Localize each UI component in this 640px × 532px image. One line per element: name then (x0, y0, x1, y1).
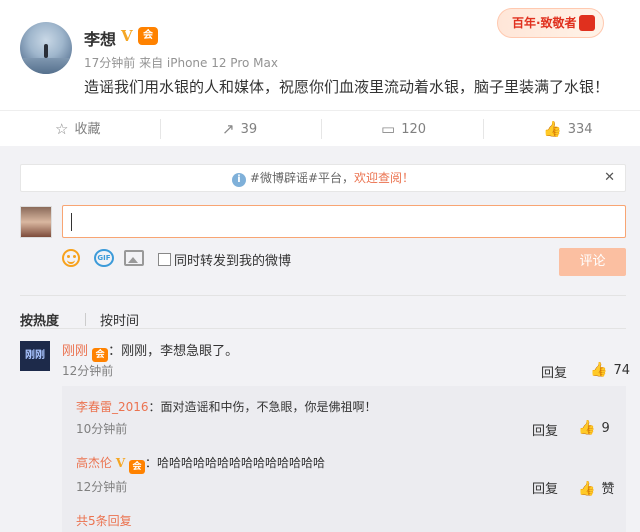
comment-like-count: 74 (613, 363, 630, 378)
reply-text: ：哈哈哈哈哈哈哈哈哈哈哈哈哈哈 (144, 456, 325, 470)
verified-icon: V (121, 27, 133, 45)
close-icon[interactable]: ✕ (604, 165, 615, 191)
reply-line: 李春雷_2016：面对造谣和中伤，不急眼，你是佛祖啊！ (76, 398, 377, 415)
centennial-badge-label: 百年·致敬者 (512, 16, 577, 30)
comment-input[interactable] (62, 205, 626, 238)
like-count: 334 (567, 122, 593, 137)
comment-line: 刚刚 会：刚刚，李想急眼了。 (62, 340, 238, 362)
rumor-notice: i #微博辟谣#平台，欢迎查阅！ ✕ (20, 164, 626, 192)
sort-underline (20, 328, 626, 329)
sort-by-hot-tab[interactable]: 按热度 (20, 310, 59, 329)
avatar-ground (20, 58, 72, 74)
thumbs-up-icon: 👍 (578, 481, 596, 497)
action-bar: ☆ 收藏 ↗ 39 ▭ 120 👍 334 (0, 110, 640, 146)
reply-like-button[interactable]: 👍 赞 (578, 478, 614, 497)
comment-text: ：刚刚，李想急眼了。 (108, 344, 239, 359)
comment-button[interactable]: ▭ 120 (381, 111, 426, 147)
reply-time: 10分钟前 (76, 422, 128, 436)
post-content: 造谣我们用水银的人和媒体，祝愿你们血液里流动着水银，脑子里装满了水银！ (84, 78, 610, 96)
reply-like-count: 9 (601, 421, 610, 436)
notice-link[interactable]: 欢迎查阅！ (354, 171, 414, 185)
repost-count: 39 (240, 122, 258, 137)
section-divider (20, 295, 626, 296)
repost-icon: ↗ (222, 120, 235, 138)
star-icon: ☆ (55, 120, 69, 138)
reply-like-button[interactable]: 👍 9 (578, 420, 610, 436)
comment-count: 120 (401, 122, 427, 137)
reply-time: 12分钟前 (76, 480, 128, 494)
submit-comment-button[interactable]: 评论 (559, 248, 626, 276)
commenter-name[interactable]: 刚刚 (62, 344, 88, 359)
reply-button[interactable]: 回复 (532, 478, 558, 497)
action-divider (160, 119, 161, 139)
reply-like-label: 赞 (601, 482, 615, 497)
image-icon[interactable] (124, 250, 144, 266)
author-avatar[interactable] (20, 22, 72, 74)
flag-icon (579, 15, 595, 31)
emoji-icon[interactable] (62, 249, 80, 267)
thumbs-up-icon: 👍 (590, 362, 608, 378)
reply-author[interactable]: 李春雷_2016 (76, 400, 149, 414)
reply-text: ：面对造谣和中伤，不急眼，你是佛祖啊！ (148, 400, 377, 414)
repost-checkbox[interactable] (158, 253, 171, 266)
avatar-figure (44, 44, 48, 58)
reply-line: 高杰伦 V 会：哈哈哈哈哈哈哈哈哈哈哈哈哈哈 (76, 454, 325, 474)
comment-panel: i #微博辟谣#平台，欢迎查阅！ ✕ GIF 同时转发到我的微博 评论 按热度 按… (0, 146, 640, 532)
reply-button[interactable]: 回复 (532, 420, 558, 439)
repost-button[interactable]: ↗ 39 (222, 111, 257, 147)
favorite-label: 收藏 (74, 122, 101, 137)
vip-badge-icon: 会 (138, 27, 158, 45)
sort-by-time-tab[interactable]: 按时间 (100, 310, 139, 329)
reply-panel: 李春雷_2016：面对造谣和中伤，不急眼，你是佛祖啊！ 10分钟前 回复 👍 9 … (62, 386, 626, 532)
vip-badge-icon: 会 (92, 348, 109, 362)
thumbs-up-icon: 👍 (543, 120, 562, 138)
like-button[interactable]: 👍 334 (543, 111, 593, 147)
centennial-badge[interactable]: 百年·致敬者 (497, 8, 604, 38)
sort-divider (85, 313, 86, 326)
text-caret (71, 213, 72, 231)
commenter-avatar[interactable]: 刚刚 (20, 341, 50, 371)
notice-text: #微博辟谣#平台， (249, 171, 355, 185)
comment-time: 12分钟前 (62, 364, 114, 378)
more-replies-link[interactable]: 共5条回复 (76, 512, 132, 529)
reply-author[interactable]: 高杰伦 (76, 456, 112, 470)
action-divider (483, 119, 484, 139)
author-name[interactable]: 李想 (84, 26, 116, 50)
comment-like-button[interactable]: 👍 74 (590, 362, 630, 378)
post-header: 李想 V 会 17分钟前 来自 iPhone 12 Pro Max 百年·致敬者… (0, 0, 640, 105)
thumbs-up-icon: 👍 (578, 420, 596, 436)
info-icon: i (231, 173, 246, 187)
current-user-avatar (20, 206, 52, 238)
gif-icon[interactable]: GIF (94, 249, 114, 267)
verified-icon: V (115, 456, 126, 470)
action-divider (321, 119, 322, 139)
favorite-button[interactable]: ☆ 收藏 (55, 111, 100, 147)
post-meta: 17分钟前 来自 iPhone 12 Pro Max (84, 56, 278, 70)
vip-badge-icon: 会 (128, 460, 145, 474)
comment-icon: ▭ (381, 120, 396, 138)
reply-button[interactable]: 回复 (541, 362, 567, 381)
repost-checkbox-label[interactable]: 同时转发到我的微博 (174, 250, 291, 269)
